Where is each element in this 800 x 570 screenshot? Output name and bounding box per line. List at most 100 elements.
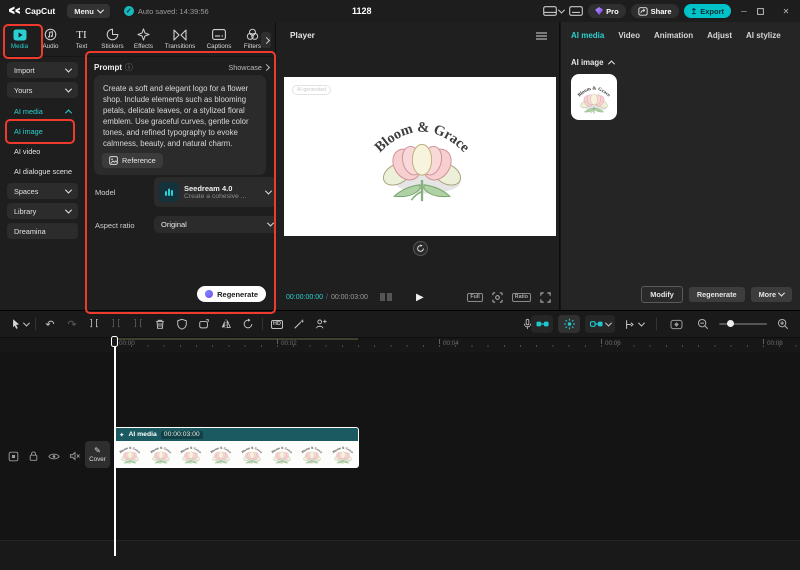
lock-icon[interactable]: [28, 450, 39, 462]
player-panel: Player AI-generated 00:00:00:00 / 00:00:…: [275, 22, 560, 310]
layout-compact-icon[interactable]: [569, 6, 583, 16]
eye-icon[interactable]: [48, 452, 60, 461]
tab-media[interactable]: Media: [4, 28, 35, 50]
play-button[interactable]: ▶: [416, 292, 424, 303]
mask-icon[interactable]: [171, 314, 193, 334]
zoom-in-icon[interactable]: [772, 314, 794, 334]
sidebar-item-yours[interactable]: Yours: [7, 82, 78, 98]
media-icon: [13, 28, 27, 41]
sidebar-item-ai-media[interactable]: AI media: [7, 103, 78, 119]
ruler-label: 00:04: [443, 340, 459, 347]
fullscreen-icon[interactable]: [540, 292, 551, 303]
focus-icon[interactable]: [492, 292, 503, 303]
sidebar-item-library[interactable]: Library: [7, 203, 78, 219]
sidebar-item-ai-dialogue-scene[interactable]: AI dialogue scene: [7, 163, 87, 179]
keyframe-icon[interactable]: [665, 314, 687, 334]
layout-panel-icon[interactable]: [543, 6, 564, 16]
rotate-icon[interactable]: [237, 314, 259, 334]
regenerate-button-right[interactable]: Regenerate: [689, 287, 745, 302]
pencil-icon: ✎: [94, 446, 101, 455]
split-right-icon[interactable]: ][: [127, 314, 149, 334]
bloom-grace-logo: [364, 101, 480, 205]
export-icon: ↥: [691, 7, 698, 16]
time-separator: /: [326, 294, 328, 301]
tab-effects[interactable]: Effects: [128, 28, 159, 50]
chevron-right-icon: [263, 64, 270, 71]
tab-video[interactable]: Video: [618, 31, 640, 40]
tab-strip-more-button[interactable]: [261, 32, 271, 48]
ai-image-thumbnail[interactable]: [571, 74, 617, 120]
timeline-ruler[interactable]: 00:00 00:02 00:04 00:06 00:08: [0, 338, 800, 352]
mirror-icon[interactable]: [215, 314, 237, 334]
tab-stickers[interactable]: Stickers: [97, 28, 128, 50]
share-button[interactable]: Share: [631, 4, 679, 18]
split-left-icon[interactable]: ][: [105, 314, 127, 334]
pro-button[interactable]: Pro: [588, 4, 626, 18]
chevron-down-icon: [65, 206, 72, 213]
auto-magnetic-icon[interactable]: [558, 315, 580, 333]
cover-button[interactable]: ✎ Cover: [85, 441, 110, 468]
crop-icon[interactable]: [193, 314, 215, 334]
rotate-handle-icon[interactable]: [413, 241, 428, 256]
full-screen-preview-button[interactable]: Full: [467, 293, 482, 302]
autosave-check-icon: ✓: [124, 6, 134, 16]
sidebar-item-dreamina[interactable]: Dreamina: [7, 223, 78, 239]
export-button[interactable]: ↥ Export: [684, 4, 731, 18]
playhead-line[interactable]: [114, 346, 116, 556]
tab-text[interactable]: TI Text: [66, 28, 97, 50]
ratio-button[interactable]: Ratio: [512, 293, 531, 302]
ai-media-clip[interactable]: ✦ AI media 00:00:03:00: [114, 427, 359, 468]
minimize-button[interactable]: ─: [736, 7, 752, 16]
sidebar-item-spaces[interactable]: Spaces: [7, 183, 78, 199]
player-menu-icon[interactable]: [536, 32, 547, 40]
ai-image-section-header[interactable]: AI image: [571, 58, 614, 67]
regenerate-button[interactable]: Regenerate: [197, 286, 266, 302]
menu-button[interactable]: Menu: [67, 4, 110, 18]
undo-icon[interactable]: ↶: [39, 314, 61, 334]
linking-icon[interactable]: [585, 315, 615, 333]
prompt-textarea[interactable]: Create a soft and elegant logo for a flo…: [94, 75, 266, 175]
tab-ai-media[interactable]: AI media: [571, 31, 604, 40]
tab-animation[interactable]: Animation: [654, 31, 693, 40]
model-dropdown[interactable]: Seedream 4.0 Create a cohesive ...: [154, 177, 276, 207]
reference-button[interactable]: Reference: [102, 153, 163, 168]
modify-button[interactable]: Modify: [641, 286, 683, 303]
maximize-button[interactable]: [757, 8, 773, 15]
close-button[interactable]: ✕: [778, 7, 794, 16]
character-icon[interactable]: [310, 314, 332, 334]
tab-captions[interactable]: Captions: [201, 28, 237, 50]
tab-ai-stylize[interactable]: AI stylize: [746, 31, 781, 40]
sidebar-item-ai-image[interactable]: AI image: [7, 123, 78, 139]
hd-icon[interactable]: HD: [266, 314, 288, 334]
zoom-out-icon[interactable]: [692, 314, 714, 334]
aspect-ratio-dropdown[interactable]: Original: [154, 216, 280, 233]
timeline-zoom-slider[interactable]: [719, 323, 767, 325]
mute-icon[interactable]: [69, 451, 81, 461]
tab-audio[interactable]: Audio: [35, 28, 66, 50]
track-options-icon[interactable]: [620, 314, 648, 334]
reference-image-icon: [109, 156, 118, 165]
delete-icon[interactable]: [149, 314, 171, 334]
tab-adjust[interactable]: Adjust: [707, 31, 732, 40]
track-type-icon[interactable]: [8, 451, 19, 462]
prompt-text: Create a soft and elegant logo for a flo…: [94, 75, 266, 149]
stickers-icon: [106, 28, 119, 41]
playhead-handle[interactable]: [111, 336, 118, 347]
more-button[interactable]: More: [751, 287, 792, 302]
player-canvas[interactable]: AI-generated: [284, 77, 556, 236]
sidebar-item-import[interactable]: Import: [7, 62, 78, 78]
info-icon[interactable]: ⓘ: [125, 62, 133, 73]
chevron-down-icon: [65, 186, 72, 193]
showcase-link[interactable]: Showcase: [228, 63, 269, 72]
sidebar-item-ai-video[interactable]: AI video: [7, 143, 78, 159]
ai-enhance-wand-icon[interactable]: [288, 314, 310, 334]
select-tool-button[interactable]: [6, 314, 32, 334]
split-icon[interactable]: ][: [83, 314, 105, 334]
redo-icon[interactable]: ↷: [61, 314, 83, 334]
clip-filmstrip: [115, 441, 358, 466]
frame-view-icon[interactable]: [380, 293, 392, 301]
slider-thumb[interactable]: [727, 320, 734, 327]
media-sidebar: Import Yours AI media AI image AI video …: [0, 57, 86, 310]
snap-icon[interactable]: [531, 315, 553, 333]
tab-transitions[interactable]: Transitions: [159, 28, 201, 50]
